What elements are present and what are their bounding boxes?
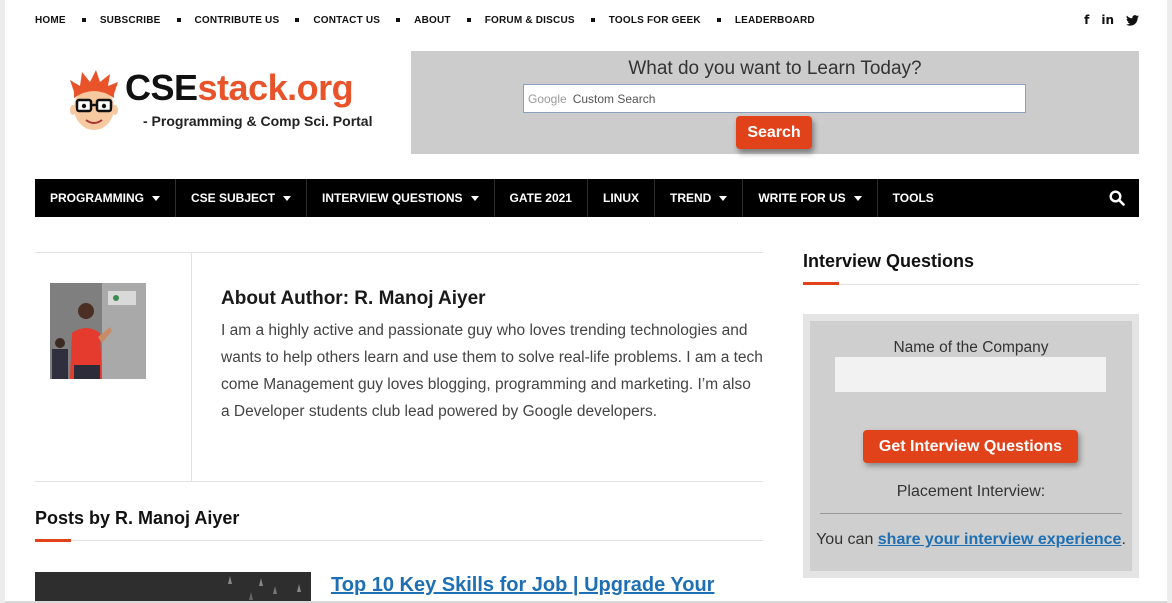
twitter-icon[interactable]	[1126, 14, 1139, 26]
mascot-face-icon	[70, 70, 118, 130]
author-photo-image	[50, 283, 146, 379]
topnav-contribute[interactable]: CONTRIBUTE US	[195, 15, 280, 26]
post-thumbnail[interactable]	[35, 572, 311, 603]
posts-accent-bar	[35, 539, 71, 542]
topnav-tools-for-geek[interactable]: TOOLS FOR GEEK	[609, 15, 701, 26]
search-placeholder: Custom Search	[572, 91, 656, 106]
company-name-label: Name of the Company	[893, 339, 1049, 356]
post-title-link[interactable]: Top 10 Key Skills for Job | Upgrade Your	[331, 574, 714, 597]
topnav-separator	[81, 18, 86, 22]
logo-title-cse: CSE	[125, 67, 198, 108]
search-panel: What do you want to Learn Today? Google …	[411, 51, 1139, 154]
nav-interview-questions[interactable]: INTERVIEW QUESTIONS	[307, 179, 495, 217]
company-name-input[interactable]	[835, 357, 1106, 392]
page-frame-left	[0, 0, 5, 603]
interview-questions-widget: Name of the Company Get Interview Questi…	[803, 314, 1139, 578]
interview-form: Name of the Company Get Interview Questi…	[810, 321, 1132, 571]
topnav-separator	[396, 18, 401, 22]
share-experience-link[interactable]: share your interview experience	[878, 531, 1122, 548]
nav-programming[interactable]: PROGRAMMING	[35, 179, 176, 217]
logo-title: CSEstack.org	[125, 67, 354, 108]
widget-divider	[820, 513, 1122, 514]
sidebar-divider	[803, 284, 1139, 285]
facebook-icon[interactable]: f	[1084, 13, 1089, 27]
linkedin-icon[interactable]: in	[1101, 13, 1114, 27]
author-box: About Author: R. Manoj Aiyer I am a high…	[35, 252, 763, 482]
nav-gate-2021[interactable]: GATE 2021	[495, 179, 588, 217]
topnav-forum[interactable]: FORUM & DISCUS	[485, 15, 575, 26]
nav-write-for-us[interactable]: WRITE FOR US	[743, 179, 878, 217]
sidebar-heading: Interview Questions	[803, 251, 975, 271]
nav-label: INTERVIEW QUESTIONS	[322, 191, 463, 205]
nav-label: CSE SUBJECT	[191, 191, 276, 205]
caret-down-icon	[719, 195, 728, 201]
author-bio: I am a highly active and passionate guy …	[221, 322, 763, 420]
posts-heading: Posts by R. Manoj Aiyer	[35, 508, 240, 528]
nav-linux[interactable]: LINUX	[588, 179, 655, 217]
search-icon	[1109, 190, 1125, 206]
share-experience-text: You can share your interview experience.	[810, 531, 1132, 549]
post-thumbnail-image	[35, 572, 311, 603]
topnav-separator	[466, 18, 471, 22]
nav-label: LINUX	[602, 191, 639, 205]
nav-label: TOOLS	[892, 191, 934, 205]
topnav-home[interactable]: HOME	[35, 15, 66, 26]
caret-down-icon	[152, 195, 160, 201]
main-nav: PROGRAMMING CSE SUBJECT INTERVIEW QUESTI…	[35, 179, 1139, 217]
nav-label: WRITE FOR US	[758, 191, 846, 205]
nav-label: TREND	[669, 191, 712, 205]
nav-tools[interactable]: TOOLS	[878, 179, 949, 217]
search-button[interactable]: Search	[736, 116, 812, 149]
topnav-separator	[590, 18, 595, 22]
topnav-subscribe[interactable]: SUBSCRIBE	[100, 15, 161, 26]
top-bar: HOME SUBSCRIBE CONTRIBUTE US CONTACT US …	[35, 12, 1139, 28]
logo-title-stack: stack.org	[197, 67, 354, 108]
top-nav: HOME SUBSCRIBE CONTRIBUTE US CONTACT US …	[35, 15, 815, 26]
nav-trend[interactable]: TREND	[655, 179, 744, 217]
topnav-separator	[716, 18, 721, 22]
page-frame-right	[1167, 0, 1172, 603]
topnav-contact[interactable]: CONTACT US	[313, 15, 380, 26]
nav-cse-subject[interactable]: CSE SUBJECT	[176, 179, 308, 217]
nav-label: PROGRAMMING	[50, 191, 144, 205]
topnav-about[interactable]: ABOUT	[414, 15, 451, 26]
author-divider	[191, 253, 192, 482]
share-prefix: You can	[816, 531, 878, 548]
custom-search-input[interactable]: Google Custom Search	[523, 84, 1026, 113]
author-title: About Author: R. Manoj Aiyer	[221, 288, 486, 309]
get-interview-questions-button[interactable]: Get Interview Questions	[863, 430, 1078, 463]
sidebar-accent-bar	[803, 282, 839, 285]
topnav-leaderboard[interactable]: LEADERBOARD	[735, 15, 815, 26]
nav-label: GATE 2021	[509, 191, 572, 205]
caret-down-icon	[470, 195, 479, 201]
posts-divider	[35, 540, 763, 541]
logo-tagline: - Programming & Comp Sci. Portal	[143, 113, 373, 129]
site-logo[interactable]: CSEstack.org - Programming & Comp Sci. P…	[68, 67, 378, 134]
placement-interview-label: Placement Interview:	[896, 483, 1046, 500]
topnav-separator	[176, 18, 181, 22]
search-heading: What do you want to Learn Today?	[628, 58, 922, 79]
caret-down-icon	[853, 195, 862, 201]
share-suffix: .	[1121, 531, 1126, 548]
caret-down-icon	[283, 195, 292, 201]
social-links: f in	[1084, 13, 1139, 27]
nav-search-button[interactable]	[1095, 179, 1139, 217]
topnav-separator	[295, 18, 300, 22]
google-label: Google	[528, 91, 567, 106]
author-avatar	[50, 283, 146, 379]
